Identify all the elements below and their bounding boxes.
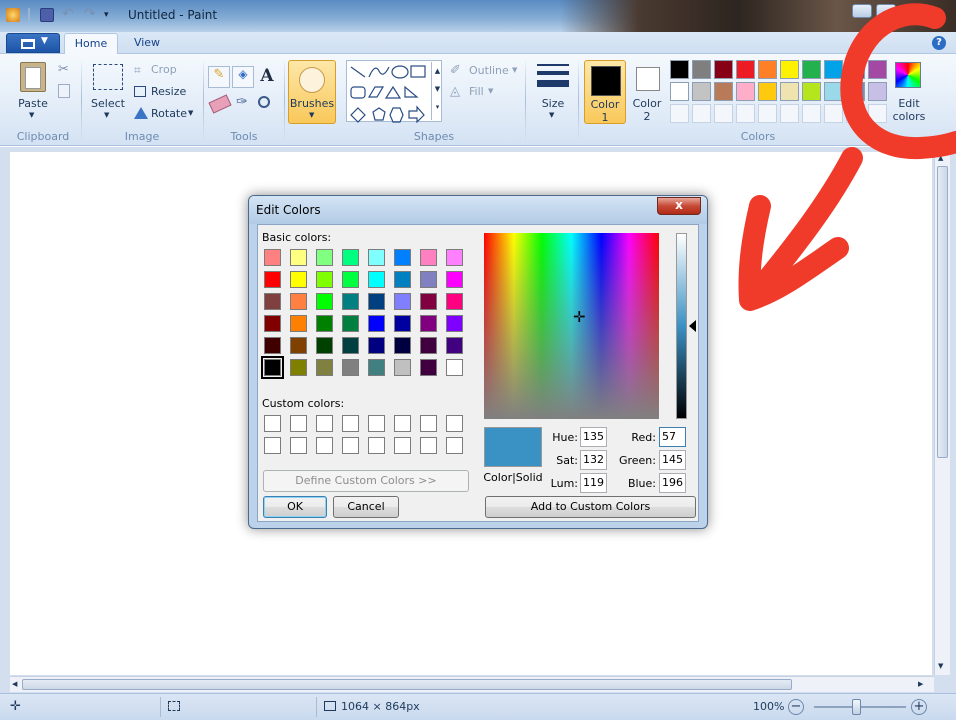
annotation-overlay	[738, 3, 956, 311]
annotation-circle	[840, 3, 956, 160]
